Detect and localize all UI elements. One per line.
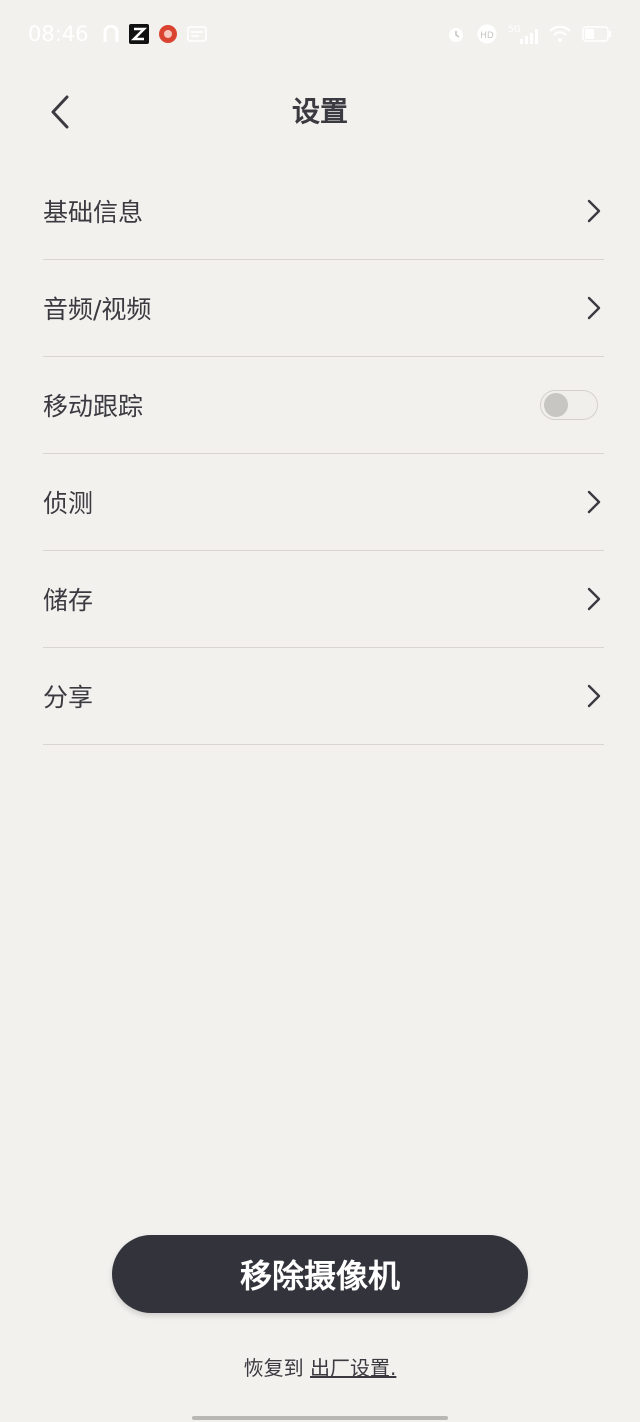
alarm-icon xyxy=(446,24,466,44)
chevron-right-icon xyxy=(584,682,604,710)
settings-row-share[interactable]: 分享 xyxy=(43,648,604,745)
wifi-icon xyxy=(548,25,572,43)
signal-5g-icon: 5G xyxy=(508,23,538,45)
motion-tracking-toggle[interactable] xyxy=(540,390,598,420)
page-title: 设置 xyxy=(291,95,348,128)
settings-row-label: 储存 xyxy=(43,586,94,615)
reset-prefix-text: 恢复到 xyxy=(243,1356,304,1380)
settings-row-storage[interactable]: 储存 xyxy=(43,551,604,648)
app-notification-icon xyxy=(103,25,119,43)
settings-row-audio-video[interactable]: 音频/视频 xyxy=(43,260,604,357)
home-indicator[interactable] xyxy=(192,1416,448,1420)
chevron-right-icon xyxy=(584,488,604,516)
svg-text:HD: HD xyxy=(480,31,494,41)
factory-reset-link[interactable]: 出厂设置. xyxy=(310,1356,396,1380)
notification-icons xyxy=(103,24,207,44)
hd-icon: HD xyxy=(476,24,498,44)
header: 设置 xyxy=(0,76,640,146)
battery-icon xyxy=(582,26,612,42)
settings-row-basic-info[interactable]: 基础信息 xyxy=(43,163,604,260)
settings-row-label: 侦测 xyxy=(43,489,94,518)
chevron-right-icon xyxy=(584,294,604,322)
chevron-right-icon xyxy=(584,585,604,613)
settings-row-motion-tracking: 移动跟踪 xyxy=(43,357,604,454)
settings-row-detection[interactable]: 侦测 xyxy=(43,454,604,551)
settings-list: 基础信息 音频/视频 移动跟踪 侦测 储存 分享 xyxy=(43,163,604,745)
settings-row-label: 音频/视频 xyxy=(43,295,152,324)
settings-row-label: 基础信息 xyxy=(43,198,144,227)
status-bar: 08:46 HD 5G xyxy=(0,0,640,68)
z-app-icon xyxy=(128,24,149,44)
factory-reset-line: 恢复到 出厂设置. xyxy=(0,1352,640,1381)
status-time: 08:46 xyxy=(28,22,89,46)
remove-camera-button[interactable]: 移除摄像机 xyxy=(112,1235,528,1313)
toggle-knob xyxy=(544,393,568,417)
red-app-icon xyxy=(158,25,177,43)
settings-row-label: 分享 xyxy=(43,683,94,712)
system-icons: HD 5G xyxy=(446,23,612,45)
message-icon xyxy=(186,26,207,42)
chevron-right-icon xyxy=(584,197,604,225)
settings-row-label: 移动跟踪 xyxy=(43,392,144,421)
svg-text:5G: 5G xyxy=(508,25,521,35)
